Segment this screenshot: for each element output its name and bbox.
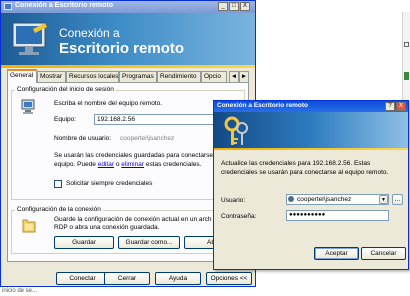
user-dropdown-chevron-icon[interactable]: ▼ xyxy=(379,195,388,204)
connection-settings-legend: Configuración de la conexión xyxy=(15,206,103,213)
save-button[interactable]: Guardar xyxy=(54,236,114,249)
user-combobox[interactable]: coopertel\jsanchez xyxy=(286,194,389,205)
remote-desktop-app-icon xyxy=(4,3,12,10)
dialog-title-bar[interactable]: Conexión a Escritorio remoto ? X xyxy=(214,101,408,112)
tab-recursos-locales[interactable]: Recursos locales xyxy=(66,71,119,82)
user-account-icon xyxy=(288,196,294,202)
computer-label: Equipo: xyxy=(54,116,77,123)
dialog-accent-stripe xyxy=(214,148,408,150)
dialog-banner xyxy=(214,112,408,148)
user-label: Usuario: xyxy=(221,197,246,204)
edit-credentials-link[interactable]: editar xyxy=(98,161,114,168)
main-title-bar[interactable]: Conexión a Escritorio remoto _ □ X xyxy=(1,1,255,13)
note-suffix: estas credenciales. xyxy=(145,161,202,168)
folder-icon xyxy=(22,219,36,233)
banner-line-2: Escritorio remoto xyxy=(59,40,185,57)
dialog-message-line1: Actualice las credenciales para 192.168.… xyxy=(221,160,371,167)
note-prefix: equipo. Puede xyxy=(54,161,96,168)
username-label: Nombre de usuario: xyxy=(54,135,112,142)
accent-stripe xyxy=(1,65,255,68)
tab-scroll-right-button[interactable]: ► xyxy=(239,71,249,82)
keys-icon xyxy=(224,116,248,145)
dialog-help-button[interactable]: ? xyxy=(385,102,395,111)
main-window-title: Conexión a Escritorio remoto xyxy=(15,2,114,9)
tab-general[interactable]: General xyxy=(7,69,37,83)
close-button[interactable]: X xyxy=(240,2,250,11)
options-button[interactable]: Opciones << xyxy=(206,272,252,285)
credentials-dialog: Conexión a Escritorio remoto ? X Actuali… xyxy=(213,100,409,270)
tab-scroll-left-button[interactable]: ◄ xyxy=(229,71,239,82)
save-as-button[interactable]: Guardar como... xyxy=(118,236,180,249)
tab-programas[interactable]: Programas xyxy=(119,71,157,82)
background-checkbox-icon xyxy=(404,42,409,47)
monitor-icon xyxy=(12,22,47,55)
computer-icon xyxy=(21,99,35,114)
dialog-title: Conexión a Escritorio remoto xyxy=(217,102,309,109)
dialog-message-line2: credenciales se usarán para conectarse a… xyxy=(221,169,389,176)
maximize-button[interactable]: □ xyxy=(229,2,239,11)
credentials-note-line2: equipo. Puede editar o eliminar estas cr… xyxy=(54,161,201,168)
connection-text-line1: Guarde la configuración de conexión actu… xyxy=(54,216,212,223)
help-button[interactable]: Ayuda xyxy=(155,272,201,285)
connect-button[interactable]: Conectar xyxy=(56,272,109,285)
banner-line-1: Conexión a xyxy=(59,26,120,40)
accept-button[interactable]: Aceptar xyxy=(314,247,359,260)
browse-users-button[interactable]: ... xyxy=(392,194,403,205)
background-status-text: inicio de se... xyxy=(2,288,38,294)
cancel-button[interactable]: Cancelar xyxy=(361,247,406,260)
delete-credentials-link[interactable]: eliminar xyxy=(121,161,144,168)
credentials-note-line1: Se usarán las credenciales guardadas par… xyxy=(54,152,219,159)
tab-mostrar[interactable]: Mostrar xyxy=(37,71,66,82)
close-dialog-button[interactable]: Cerrar xyxy=(104,272,150,285)
connection-text-line2: RDP o abra una conexión guardada. xyxy=(54,224,160,231)
password-input[interactable]: ●●●●●●●●●● xyxy=(286,210,389,221)
dialog-close-button[interactable]: X xyxy=(396,102,406,111)
tab-rendimiento[interactable]: Rendimiento xyxy=(157,71,201,82)
minimize-button[interactable]: _ xyxy=(218,2,228,11)
note-or: o xyxy=(115,161,120,168)
password-label: Contraseña: xyxy=(221,213,257,220)
tab-opciones[interactable]: Opcio xyxy=(201,71,227,82)
always-ask-label: Solicitar siempre credenciales xyxy=(66,180,153,187)
background-marker-icon xyxy=(404,72,409,80)
header-banner: Conexión a Escritorio remoto xyxy=(1,13,255,65)
computer-instruction: Escriba el nombre del equipo remoto. xyxy=(54,100,163,107)
tab-strip: General Mostrar Recursos locales Program… xyxy=(7,69,257,83)
username-value: coopertel\jsanchez xyxy=(120,135,175,142)
always-ask-checkbox[interactable] xyxy=(54,180,62,188)
login-settings-legend: Configuración del inicio de sesión xyxy=(15,86,116,93)
